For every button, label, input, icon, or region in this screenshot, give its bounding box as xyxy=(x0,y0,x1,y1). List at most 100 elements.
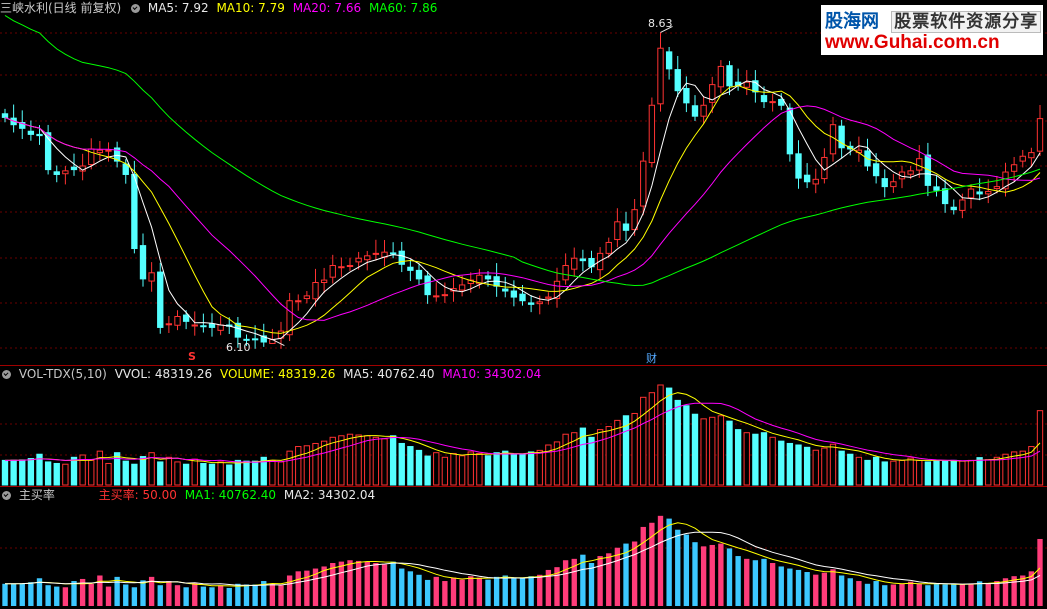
vol-ma5-line xyxy=(4,392,1041,464)
buy-bar xyxy=(217,585,224,606)
candle-body xyxy=(157,271,164,328)
candle-body xyxy=(174,316,181,326)
volume-bar xyxy=(596,429,604,486)
buy-bar xyxy=(54,586,60,606)
volume-bar xyxy=(53,462,60,486)
candle-body xyxy=(338,266,345,269)
candle-body xyxy=(959,199,966,211)
volume-bar xyxy=(674,399,681,486)
volume-bar xyxy=(605,426,612,486)
candle-body xyxy=(53,171,60,175)
candle-body xyxy=(760,95,768,103)
volume-bar xyxy=(734,429,742,486)
candle-body xyxy=(648,104,656,164)
event-marker-s[interactable]: S xyxy=(188,350,196,363)
buy-bar xyxy=(88,583,94,606)
volume-bar xyxy=(847,453,854,486)
volume-bar xyxy=(105,462,112,486)
volume-bar xyxy=(562,433,569,486)
volume-bar xyxy=(907,457,914,486)
buy-bar xyxy=(140,580,146,606)
buy-bar xyxy=(692,542,698,606)
buy-bar xyxy=(468,576,474,606)
volume-bar xyxy=(70,456,78,486)
buy-bar xyxy=(830,569,836,606)
volume-bar xyxy=(795,444,802,486)
volume-bar xyxy=(967,459,975,486)
volume-bar xyxy=(398,442,405,486)
volume-bar xyxy=(898,459,906,486)
buy-bar xyxy=(433,576,439,606)
buy-bar xyxy=(416,574,422,606)
candle-body xyxy=(484,275,492,280)
candle-body xyxy=(890,181,897,188)
candle-body xyxy=(502,288,509,292)
buy-bar xyxy=(873,581,879,606)
buy-bar xyxy=(502,575,508,606)
volume-bar xyxy=(381,438,388,486)
candle-body xyxy=(743,81,750,88)
buy-bar xyxy=(2,583,8,606)
candle-body xyxy=(208,323,216,328)
event-marker-cai[interactable]: 财 xyxy=(646,350,657,366)
volume-bar xyxy=(433,452,440,486)
buy-bar xyxy=(459,579,465,606)
buy-bar xyxy=(390,561,396,606)
candle-body xyxy=(872,163,880,177)
volume-bar xyxy=(364,435,371,486)
candle-body xyxy=(717,65,725,88)
candle-body xyxy=(622,223,630,231)
watermark-slogan: 股票软件资源分享 xyxy=(891,11,1042,33)
volume-bar xyxy=(864,459,871,486)
buy-bar xyxy=(235,583,241,606)
candle-body xyxy=(579,258,587,262)
volume-bar xyxy=(993,456,1001,486)
ma60-line xyxy=(4,14,1041,287)
buy-bar xyxy=(71,581,77,606)
buy-bar xyxy=(537,574,543,606)
volume-bar xyxy=(467,451,474,486)
volume-bar xyxy=(329,436,336,486)
stock-chart[interactable] xyxy=(0,0,1047,609)
buy-bar xyxy=(804,572,810,606)
candle-body xyxy=(933,186,940,191)
candle-body xyxy=(389,252,397,255)
volume-bar xyxy=(415,449,423,486)
volume-bar xyxy=(959,460,966,486)
volume-bar xyxy=(709,416,716,486)
candle-body xyxy=(812,178,819,185)
candle-body xyxy=(364,255,371,261)
candle-body xyxy=(407,266,414,271)
volume-bar xyxy=(113,452,121,486)
volume-bar xyxy=(510,454,518,486)
buy-bar xyxy=(364,561,370,606)
buy-bar xyxy=(407,571,414,606)
buy-bar xyxy=(761,558,767,606)
volume-bar xyxy=(985,459,992,486)
candle-body xyxy=(519,293,526,302)
volume-bar xyxy=(726,420,733,486)
buy-bar xyxy=(493,576,500,606)
volume-bar xyxy=(752,433,759,486)
buy-bar xyxy=(744,558,750,606)
buy-bar xyxy=(933,583,940,606)
candle-body xyxy=(976,191,983,195)
buy-bar xyxy=(614,547,621,606)
buy-bar xyxy=(200,586,207,606)
buy-bar xyxy=(562,560,569,606)
buy-bar xyxy=(252,584,258,606)
volume-bar xyxy=(234,459,242,486)
buy-bar xyxy=(1020,575,1026,606)
volume-bar xyxy=(950,459,957,486)
volume-bar xyxy=(493,452,500,486)
candle-body xyxy=(527,302,535,305)
buy-bar xyxy=(683,534,690,606)
high-price-label: 8.63 xyxy=(648,17,673,30)
buy-bar xyxy=(726,548,733,606)
volume-bar xyxy=(338,435,345,486)
buy-bar xyxy=(278,585,284,606)
buy-bar xyxy=(338,561,345,606)
volume-bar xyxy=(44,461,52,486)
buy-bar xyxy=(183,587,189,606)
candle-body xyxy=(950,206,957,211)
